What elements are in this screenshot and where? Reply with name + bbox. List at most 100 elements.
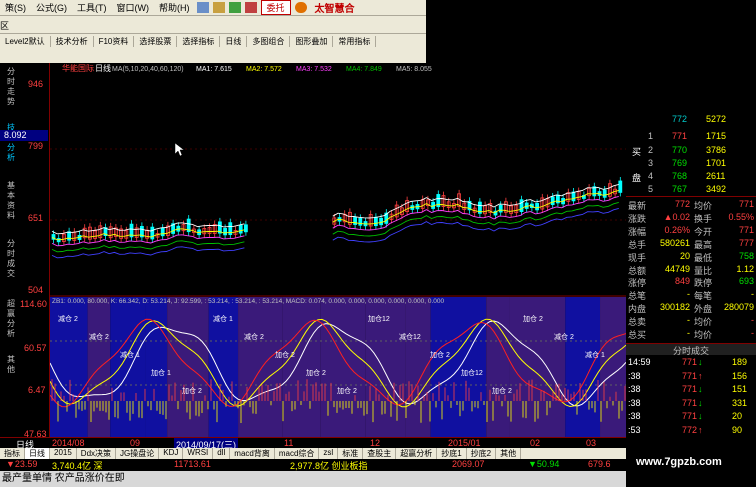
indicator-tab[interactable]: KDJ xyxy=(159,448,184,459)
nav-super-analysis[interactable]: 超赢分析 xyxy=(4,299,18,339)
watermark: www.7gpzb.com xyxy=(636,456,722,468)
toolbar-tech-analysis[interactable]: 技术分析 xyxy=(51,35,94,47)
quote-row: 涨跌 ▲0.02 换手 0.55% xyxy=(628,211,754,224)
grid-icon[interactable] xyxy=(244,2,257,13)
signal-annotation: 减仓 1 xyxy=(213,314,233,323)
quote-row: 总笔 - 每笔 - xyxy=(628,289,754,302)
candle-body xyxy=(535,203,540,211)
nav-other[interactable]: 其他 xyxy=(4,355,18,375)
stock-name: 华能国际 xyxy=(62,63,94,73)
indicator-tab[interactable]: 超赢分析 xyxy=(396,448,438,459)
quote-panel: 772 5272 1 771 1715 买 2 770 3786 3 769 1701 盘 4 76… xyxy=(626,110,756,437)
back-icon[interactable] xyxy=(212,2,225,13)
candle-body xyxy=(618,180,623,193)
menu-item-window[interactable]: 窗口(W) xyxy=(112,1,155,14)
signal-annotation: 加仓 2 xyxy=(306,368,326,377)
price-axis-label: 651 xyxy=(28,213,44,223)
left-nav: 分时走势 技术分析 基本资料 分时成交 超赢分析 其他 8.092 946 79… xyxy=(0,63,50,439)
indicator-axis-label: 6.47 xyxy=(28,385,46,395)
quote-row: 内盘 300182 外盘 280079 xyxy=(628,302,754,315)
indicator-tab[interactable]: macd背离 xyxy=(230,448,275,459)
date-tick: 11 xyxy=(284,438,294,448)
indicator-header: ZB1: 0.000, 80.000, K: 66.342, D: 53.214… xyxy=(52,298,444,305)
buy-row[interactable]: 买 2 770 3786 xyxy=(626,145,756,157)
signal-annotation: 加仓12 xyxy=(368,314,390,323)
indicator-axis-label: 60.57 xyxy=(24,343,47,353)
indicator-tab[interactable]: 查股主 xyxy=(363,448,397,459)
toolbar-select-stock[interactable]: 选择股票 xyxy=(134,35,178,47)
toolbar: Level2默认 技术分析 F10资料 选择股票 选择指标 日线 多图组合 图形… xyxy=(0,34,426,48)
quote-row: 现手 20 最低 758 xyxy=(628,250,754,263)
nav-fundamentals[interactable]: 基本资料 xyxy=(4,181,18,221)
quote-row: 总手 580261 最高 777 xyxy=(628,237,754,250)
menu-item-formula[interactable]: 公式(G) xyxy=(31,1,72,14)
ma3-value: MA3: 7.532 xyxy=(296,66,332,73)
toolbar-select-indicator[interactable]: 选择指标 xyxy=(177,35,221,47)
ma1-value: MA1: 7.615 xyxy=(196,66,232,73)
signal-annotation: 减仓 2 xyxy=(244,332,264,341)
ticker-index-2: 2069.07 xyxy=(452,459,485,469)
indicator-tab[interactable]: JG操盘论 xyxy=(116,448,160,459)
toolbar-daily[interactable]: 日线 xyxy=(220,35,248,47)
candle-body xyxy=(379,217,384,226)
signal-annotation: 加仓 2 xyxy=(182,386,202,395)
nav-tick-trades[interactable]: 分时成交 xyxy=(4,239,18,279)
indicator-tab[interactable]: 其他 xyxy=(496,448,522,459)
quote-row: 最新 772 均价 771 xyxy=(628,199,754,211)
toolbar-multi-chart[interactable]: 多图组合 xyxy=(247,35,291,47)
indicator-tab[interactable]: dll xyxy=(213,448,231,459)
candle-body xyxy=(238,224,243,234)
toolbar-f10[interactable]: F10资料 xyxy=(94,35,135,47)
indicator-tab[interactable]: zsl xyxy=(319,448,339,459)
forward-icon[interactable] xyxy=(228,2,241,13)
news-status-bar[interactable]: 最产量单情 农产品涨价在即 xyxy=(0,471,626,487)
indicator-tab[interactable]: 抄底1 xyxy=(437,448,467,459)
price-axis-label: 946 xyxy=(28,79,44,89)
indicator-tab[interactable]: WRSI xyxy=(183,448,214,459)
signal-annotation: 加仓 1 xyxy=(151,368,171,377)
candle-body xyxy=(550,196,555,206)
tick-row: :38 771 ↓ 331 xyxy=(628,397,748,408)
nav-intraday[interactable]: 分时走势 xyxy=(4,67,18,107)
candle-body xyxy=(160,227,165,237)
sell-row[interactable]: 772 5272 xyxy=(626,114,756,126)
buy-row[interactable]: 盘 4 768 2611 xyxy=(626,171,756,183)
tab-label[interactable]: 区 xyxy=(0,19,9,32)
indicator-band xyxy=(282,297,321,437)
buy-row[interactable]: 5 767 3492 xyxy=(626,184,756,196)
indicator-band xyxy=(486,297,510,437)
ticker-change: ▼23.59 xyxy=(6,459,38,469)
home-icon[interactable] xyxy=(196,2,209,13)
toolbar-overlay[interactable]: 图形叠加 xyxy=(290,35,334,47)
nav-tech-analysis[interactable]: 技术分析 xyxy=(4,123,18,163)
toolbar-strip xyxy=(0,48,426,63)
indicator-tab[interactable]: 日线 xyxy=(25,448,50,459)
price-axis-label: 504 xyxy=(28,285,44,295)
menu-item-strategy[interactable]: 策(S) xyxy=(0,1,31,14)
toolbar-common-indicators[interactable]: 常用指标 xyxy=(333,35,377,47)
order-button[interactable]: 委托 xyxy=(260,0,291,15)
indicator-band xyxy=(565,297,601,437)
tick-row: :53 772 ↑ 90 xyxy=(628,424,743,435)
ma-params: MA(5,10,20,40,60,120) xyxy=(112,66,184,73)
menu-item-help[interactable]: 帮助(H) xyxy=(154,1,195,14)
buy-row[interactable]: 3 769 1701 xyxy=(626,158,756,170)
indicator-tab[interactable]: 指标 xyxy=(0,448,25,459)
ticks-title[interactable]: 分时成交 xyxy=(626,343,756,356)
toolbar-level2[interactable]: Level2默认 xyxy=(0,35,51,47)
indicator-tab[interactable]: 2015 xyxy=(50,448,77,459)
indicator-tab[interactable]: Ddx决策 xyxy=(77,448,117,459)
indicator-tab[interactable]: macd综合 xyxy=(275,448,320,459)
buy-row[interactable]: 1 771 1715 xyxy=(626,131,756,143)
candle-body xyxy=(353,217,358,225)
buy-label-2: 盘 xyxy=(632,173,642,183)
quote-row: 涨停 849 跌停 693 xyxy=(628,276,754,289)
indicator-tab[interactable]: 抄底2 xyxy=(467,448,497,459)
buy-label: 买 xyxy=(632,147,642,157)
signal-annotation: 加仓 2 xyxy=(523,314,543,323)
candle-body xyxy=(223,228,228,236)
menu-item-tools[interactable]: 工具(T) xyxy=(72,1,112,14)
kline-chart[interactable]: 减仓 2 减仓 2 减仓 1 加仓 1 加仓 2 减仓 1 减仓 2 加仓 2 加仓 2 加仓 2… xyxy=(50,63,626,437)
ma5-value: MA5: 8.055 xyxy=(396,66,432,73)
indicator-tab[interactable]: 标准 xyxy=(338,448,364,459)
